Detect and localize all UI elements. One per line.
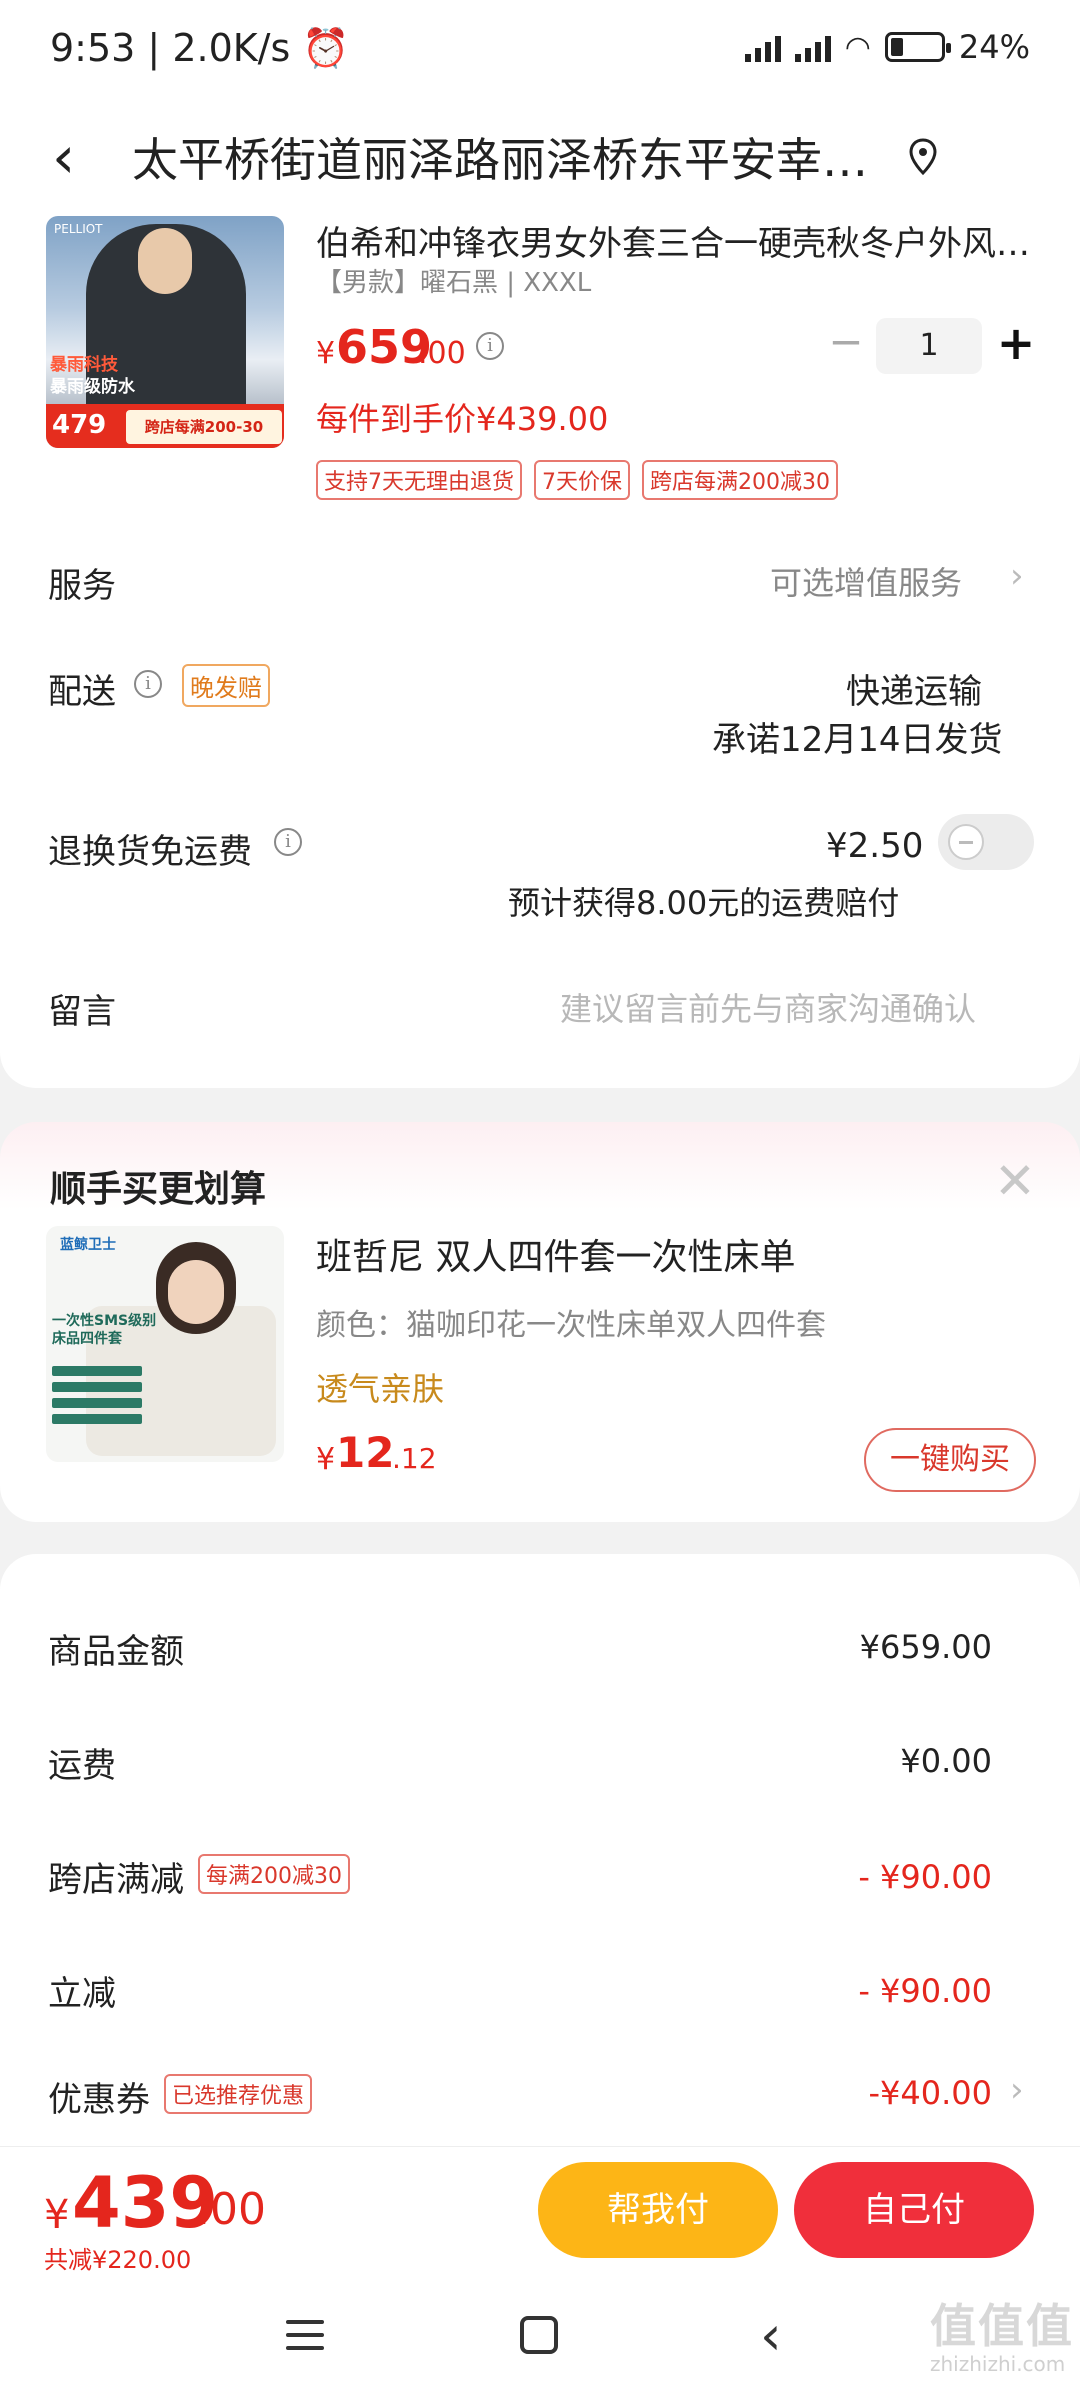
- tag-cross-store: 跨店每满200减30: [642, 460, 838, 500]
- delivery-method[interactable]: 快递运输: [846, 664, 982, 713]
- goods-amount-value: ¥659.00: [859, 1628, 992, 1666]
- return-shipping-toggle[interactable]: [938, 814, 1034, 870]
- upsell-product-image[interactable]: 蓝鲸卫士 一次性SMS级别 床品四件套: [46, 1226, 284, 1462]
- signal-icon-2: [794, 32, 831, 62]
- battery-percent: 24%: [958, 28, 1030, 66]
- upsell-product-color: 颜色：猫咖印花一次性床单双人四件套: [316, 1308, 826, 1343]
- upsell-price-symbol: ¥: [316, 1442, 336, 1477]
- wifi-icon: ◠: [844, 29, 871, 65]
- alarm-icon: ⏰: [302, 26, 350, 70]
- cross-store-discount-value: - ¥90.00: [858, 1858, 992, 1896]
- delivery-label: 配送: [48, 672, 116, 712]
- goods-amount-label: 商品金额: [48, 1632, 184, 1672]
- service-value[interactable]: 可选增值服务: [770, 558, 962, 604]
- instant-discount-value: - ¥90.00: [858, 1972, 992, 2010]
- return-shipping-price: ¥2.50: [826, 826, 924, 866]
- late-compensation-tag: 晚发赔: [182, 664, 270, 707]
- service-label: 服务: [48, 566, 116, 606]
- watermark-logo: 值值值: [930, 2299, 1074, 2353]
- message-label: 留言: [48, 992, 116, 1032]
- upsell-product-name[interactable]: 班哲尼 双人四件套一次性床单: [316, 1228, 795, 1280]
- signal-icon: [744, 32, 781, 62]
- quantity-minus-button[interactable]: −: [826, 321, 866, 366]
- one-click-buy-button[interactable]: 一键购买: [864, 1428, 1036, 1492]
- quantity-plus-button[interactable]: +: [996, 320, 1036, 368]
- upsell-price-integer: 12: [336, 1428, 395, 1477]
- price-info-icon[interactable]: i: [476, 332, 504, 360]
- upsell-price-decimal: .12: [392, 1442, 437, 1475]
- shipping-value: ¥0.00: [900, 1742, 992, 1780]
- quantity-value[interactable]: 1: [876, 318, 982, 374]
- location-pin-icon[interactable]: [908, 138, 938, 176]
- total-symbol: ¥: [44, 2192, 70, 2238]
- upsell-title: 顺手买更划算: [50, 1169, 267, 1210]
- nav-back-icon[interactable]: ‹: [760, 2304, 782, 2367]
- help-pay-button[interactable]: 帮我付: [538, 2162, 778, 2258]
- message-input[interactable]: 建议留言前先与商家沟通确认: [560, 984, 976, 1030]
- coupon-value[interactable]: -¥40.00: [868, 2074, 992, 2112]
- product-spec[interactable]: 【男款】曜石黑 | XXXL: [316, 262, 591, 299]
- back-icon[interactable]: ‹: [52, 128, 92, 188]
- coupon-chevron-icon[interactable]: ›: [1010, 2070, 1024, 2110]
- battery-icon: [884, 32, 951, 62]
- return-info-icon[interactable]: i: [274, 828, 302, 856]
- menu-icon[interactable]: [286, 2320, 324, 2359]
- home-icon[interactable]: [520, 2316, 558, 2354]
- final-unit-price: 每件到手价¥439.00: [316, 400, 609, 438]
- self-pay-button[interactable]: 自己付: [794, 2162, 1034, 2258]
- product-tags: 支持7天无理由退货 7天价保 跨店每满200减30: [316, 460, 838, 500]
- status-icons: ◠ 24%: [744, 28, 1030, 66]
- delivery-promise: 承诺12月14日发货: [712, 720, 1003, 760]
- chevron-right-icon[interactable]: ›: [1010, 556, 1024, 596]
- return-shipping-label: 退换货免运费: [48, 832, 252, 872]
- total-saved[interactable]: 共减¥220.00: [44, 2240, 191, 2275]
- instant-discount-label: 立减: [48, 1974, 116, 2014]
- cross-store-discount-label: 跨店满减: [48, 1860, 184, 1900]
- price-decimal: .00: [418, 336, 466, 371]
- total-decimal: .00: [196, 2184, 266, 2235]
- status-time: 9:53 | 2.0K/s ⏰: [50, 26, 350, 70]
- watermark-url: zhizhizhi.com: [930, 2352, 1066, 2376]
- upsell-product-feature: 透气亲肤: [316, 1370, 445, 1408]
- coupon-tag: 已选推荐优惠: [164, 2074, 313, 2114]
- cross-store-discount-tag: 每满200减30: [198, 1854, 350, 1894]
- delivery-info-icon[interactable]: i: [134, 670, 162, 698]
- address-title[interactable]: 太平桥街道丽泽路丽泽桥东平安幸…: [132, 124, 892, 190]
- coupon-label: 优惠券: [48, 2080, 150, 2120]
- price-symbol: ¥: [316, 336, 336, 371]
- shipping-label: 运费: [48, 1746, 116, 1786]
- return-shipping-note: 预计获得8.00元的运费赔付: [508, 884, 900, 922]
- product-image[interactable]: PELLIOT 暴雨科技 暴雨级防水 479 跨店每满200-30: [46, 216, 284, 448]
- product-name[interactable]: 伯希和冲锋衣男女外套三合一硬壳秋冬户外风…: [316, 216, 1036, 265]
- tag-price-protect: 7天价保: [534, 460, 630, 500]
- close-icon[interactable]: ✕: [994, 1152, 1036, 1210]
- tag-return: 支持7天无理由退货: [316, 460, 522, 500]
